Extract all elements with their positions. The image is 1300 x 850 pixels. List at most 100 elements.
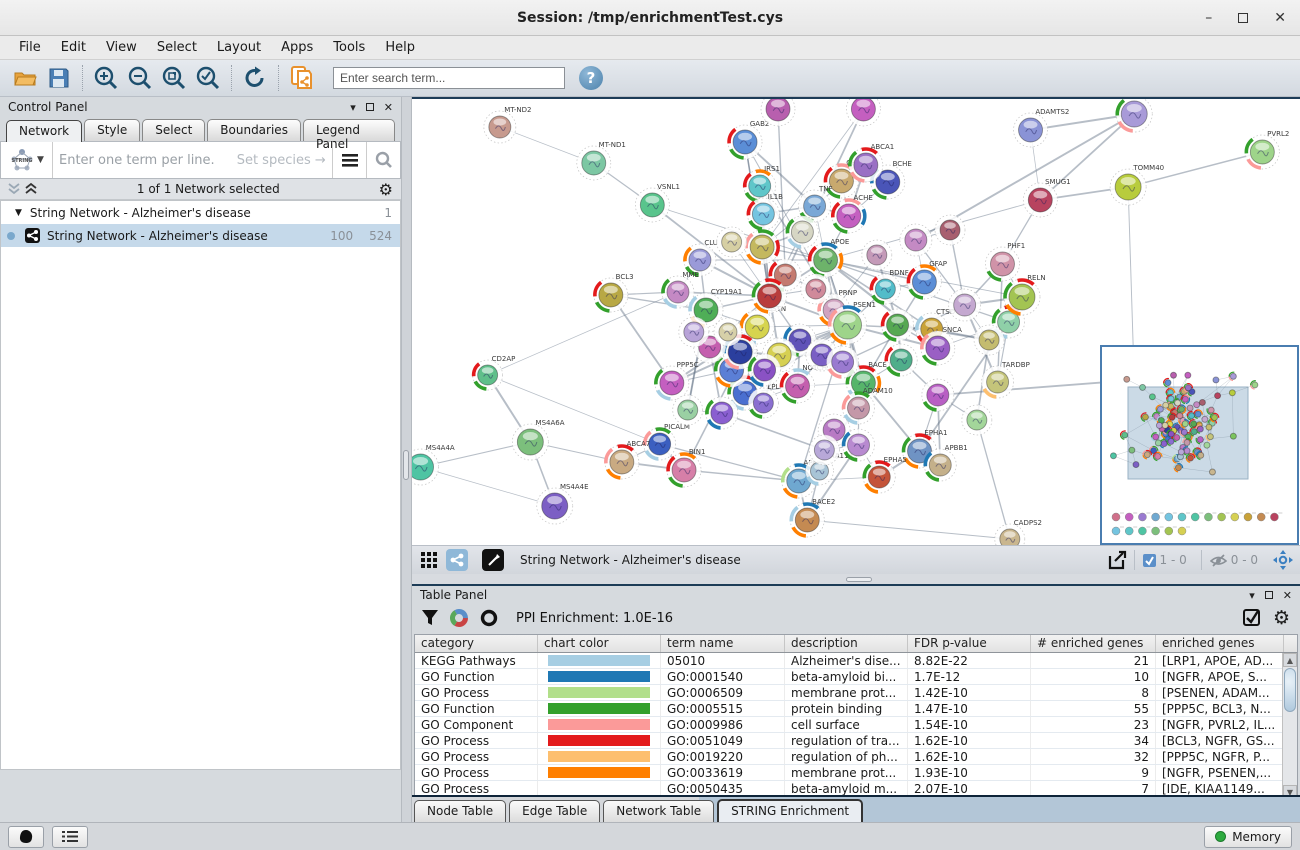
- network-node[interactable]: [1155, 440, 1161, 446]
- network-node[interactable]: [1116, 99, 1153, 132]
- network-node[interactable]: [846, 99, 880, 126]
- network-node-mt-nd1[interactable]: MT-ND1: [577, 141, 626, 180]
- table-row[interactable]: GO ProcessGO:0033619membrane prot...1.93…: [415, 765, 1297, 781]
- network-node-vsnl1[interactable]: VSNL1: [635, 183, 680, 222]
- string-search-button[interactable]: [366, 142, 400, 178]
- zoom-in-button[interactable]: [89, 63, 123, 93]
- network-node[interactable]: [801, 274, 831, 304]
- network-node-abca7[interactable]: ABCA7: [602, 440, 650, 482]
- network-node[interactable]: [1206, 424, 1212, 430]
- tab-edge-table[interactable]: Edge Table: [509, 800, 600, 822]
- menu-help[interactable]: Help: [376, 37, 424, 58]
- network-node-gab2[interactable]: [1163, 378, 1172, 387]
- network-node-adamts2[interactable]: ADAMTS2: [1014, 108, 1070, 147]
- table-row[interactable]: GO ProcessGO:0051049regulation of tra...…: [415, 733, 1297, 749]
- menu-file[interactable]: File: [10, 37, 50, 58]
- network-node-bace2[interactable]: BACE2: [788, 498, 836, 540]
- network-node-ms4a4e[interactable]: MS4A4E: [537, 483, 589, 524]
- string-query-input[interactable]: Enter one term per line. Set species →: [53, 153, 332, 168]
- network-node-tomm40[interactable]: TOMM40: [1110, 164, 1164, 205]
- memory-button[interactable]: Memory: [1204, 826, 1292, 848]
- column-header-description[interactable]: description: [785, 635, 908, 652]
- network-tree-row[interactable]: String Network - Alzheimer's disease1005…: [1, 224, 400, 247]
- network-node[interactable]: [935, 215, 965, 245]
- task-history-button[interactable]: [52, 826, 88, 848]
- table-row[interactable]: GO FunctionGO:0001540beta-amyloid bi...1…: [415, 669, 1297, 685]
- network-node[interactable]: [717, 227, 747, 257]
- network-node[interactable]: [962, 405, 992, 435]
- birdseye-toggle-button[interactable]: [1272, 549, 1294, 571]
- table-row[interactable]: GO FunctionGO:0005515protein binding1.47…: [415, 701, 1297, 717]
- network-node-ache[interactable]: ACHE: [827, 194, 872, 237]
- column-header-FDR-p-value[interactable]: FDR p-value: [908, 635, 1031, 652]
- network-node[interactable]: [1185, 372, 1191, 378]
- select-rows-icon[interactable]: [1243, 609, 1261, 627]
- birds-eye-view[interactable]: [1100, 345, 1299, 545]
- minimize-button[interactable]: –: [1205, 10, 1212, 26]
- network-node[interactable]: [1204, 442, 1210, 448]
- column-header-enriched-genes[interactable]: enriched genes: [1156, 635, 1284, 652]
- ring-chart-icon[interactable]: [480, 609, 498, 627]
- network-node-gab2[interactable]: GAB2: [728, 120, 770, 159]
- table-settings-gear-icon[interactable]: ⚙: [1273, 607, 1290, 629]
- split-grip[interactable]: [403, 450, 409, 480]
- panel-menu-icon[interactable]: ▾: [1249, 589, 1255, 602]
- network-node[interactable]: [1187, 405, 1193, 411]
- scroll-thumb[interactable]: [1284, 668, 1296, 712]
- help-icon[interactable]: ?: [579, 66, 603, 90]
- refresh-button[interactable]: [238, 63, 272, 93]
- network-node[interactable]: [862, 240, 892, 270]
- network-node[interactable]: [1194, 402, 1200, 408]
- tab-style[interactable]: Style: [84, 119, 140, 141]
- menu-tools[interactable]: Tools: [324, 37, 374, 58]
- column-header-category[interactable]: category: [415, 635, 538, 652]
- network-node[interactable]: [885, 344, 918, 377]
- panel-float-icon[interactable]: [1265, 591, 1273, 599]
- network-node-cd2ap[interactable]: CD2AP: [472, 355, 515, 390]
- network-node-mt-nd2[interactable]: MT-ND2: [484, 106, 532, 143]
- network-node[interactable]: [1177, 413, 1183, 419]
- split-grip-horizontal[interactable]: [846, 577, 872, 582]
- network-node[interactable]: [1199, 399, 1205, 405]
- string-options-button[interactable]: [332, 142, 366, 178]
- menu-edit[interactable]: Edit: [52, 37, 95, 58]
- clone-network-button[interactable]: [285, 63, 319, 93]
- table-row[interactable]: GO ProcessGO:0006509membrane prot...1.42…: [415, 685, 1297, 701]
- column-header-chart-color[interactable]: chart color: [538, 635, 661, 652]
- network-node[interactable]: [809, 435, 839, 465]
- tab-network[interactable]: Network: [6, 120, 82, 142]
- network-node-mthfd1l[interactable]: [1230, 433, 1236, 439]
- table-row[interactable]: KEGG Pathways05010Alzheimer's dise...8.8…: [415, 653, 1297, 669]
- menu-select[interactable]: Select: [148, 37, 206, 58]
- network-node[interactable]: [673, 395, 703, 425]
- close-button[interactable]: ✕: [1274, 10, 1286, 26]
- tab-legend-panel[interactable]: Legend Panel: [303, 119, 395, 141]
- network-node-phf1[interactable]: PHF1: [985, 242, 1025, 281]
- string-logo-dropdown[interactable]: STRING ▼: [1, 142, 53, 178]
- tab-string-enrichment[interactable]: STRING Enrichment: [717, 799, 863, 822]
- menu-view[interactable]: View: [97, 37, 146, 58]
- grid-view-button[interactable]: [418, 549, 440, 571]
- network-tree-row[interactable]: ▼String Network - Alzheimer's disease1: [1, 201, 400, 224]
- network-node-pvrl2[interactable]: [1250, 380, 1259, 389]
- tab-network-table[interactable]: Network Table: [603, 800, 714, 822]
- network-node[interactable]: [1163, 402, 1169, 408]
- annotation-mode-button[interactable]: [482, 549, 504, 571]
- table-row[interactable]: GO ProcessGO:0019220regulation of ph...1…: [415, 749, 1297, 765]
- network-node-mt-nd2[interactable]: [1124, 376, 1130, 382]
- panel-menu-icon[interactable]: ▾: [350, 101, 356, 114]
- menu-apps[interactable]: Apps: [272, 37, 322, 58]
- tree-expand-arrow[interactable]: ▼: [15, 208, 22, 218]
- network-node-adamts2[interactable]: [1213, 377, 1219, 383]
- network-node[interactable]: [679, 317, 709, 347]
- network-node-smug1[interactable]: [1215, 393, 1221, 399]
- network-node-ms4a4a[interactable]: MS4A4A: [412, 444, 455, 485]
- scroll-up-arrow[interactable]: ▲: [1283, 653, 1297, 667]
- network-node-adam10[interactable]: ADAM10: [840, 387, 893, 426]
- network-node[interactable]: [1229, 372, 1238, 381]
- network-node[interactable]: [1202, 416, 1208, 422]
- network-node-tardbp[interactable]: TARDBP: [981, 361, 1029, 398]
- table-vertical-scrollbar[interactable]: ▲ ▼: [1282, 653, 1297, 798]
- enrichment-chart-icon[interactable]: [450, 609, 468, 627]
- column-header--enriched-genes[interactable]: # enriched genes: [1031, 635, 1156, 652]
